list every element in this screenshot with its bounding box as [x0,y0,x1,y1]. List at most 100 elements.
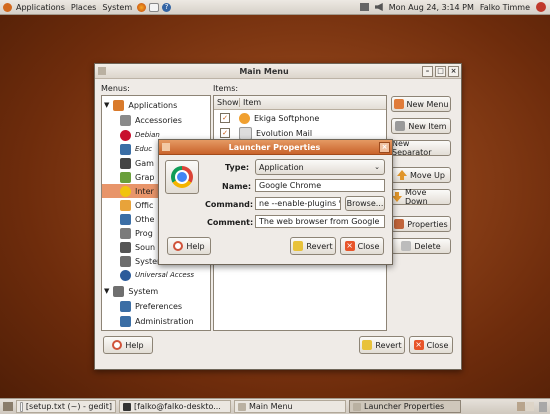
lifebuoy-icon [173,241,184,251]
ubuntu-logo-icon [3,2,12,12]
power-icon[interactable] [536,2,546,12]
window-menu-icon[interactable] [98,67,106,75]
tree-row-programming[interactable]: Prog [120,226,153,240]
main-menu-titlebar[interactable]: Main Menu – □ × [95,64,461,79]
preferences-icon [120,300,131,312]
taskbar-label: [setup.txt (~) - gedit] [25,402,112,411]
universal-access-icon [120,269,131,281]
items-header: Show Item [214,96,386,110]
tree-label: Offic [135,200,154,210]
new-item-button[interactable]: New Item [391,118,451,134]
list-item[interactable]: ✓ Evolution Mail [220,126,312,140]
chrome-icon-button[interactable] [165,160,199,194]
move-down-button[interactable]: Move Down [391,188,451,206]
plus-icon [395,121,406,131]
tree-row-debian[interactable]: Debian [120,128,160,142]
close-icon[interactable]: × [448,65,459,77]
help-label: Help [125,340,144,350]
terminal-icon [123,402,131,411]
list-item[interactable]: ✓ Ekiga Softphone [220,111,319,125]
show-checkbox[interactable]: ✓ [220,113,230,123]
tree-row-other[interactable]: Othe [120,212,154,226]
comment-field[interactable]: The web browser from Google [255,215,385,228]
name-label: Name: [222,182,252,191]
taskbar-item-launcher-properties[interactable]: Launcher Properties [349,400,461,413]
applications-menu[interactable]: Applications [0,2,68,12]
expander-down-icon[interactable]: ▼ [104,287,109,295]
tree-row-games[interactable]: Gam [120,156,154,170]
show-desktop-icon[interactable] [3,402,13,411]
menus-label: Menus: [101,84,130,93]
delete-button[interactable]: Delete [391,238,451,254]
taskbar-item-gedit[interactable]: [setup.txt (~) - gedit] [16,400,116,413]
system-menu[interactable]: System [99,3,135,12]
type-select[interactable]: Application ⌄ [255,159,385,175]
close-button[interactable]: × Close [409,336,453,354]
minimize-icon[interactable]: – [422,65,433,77]
move-down-label: Move Down [405,188,428,206]
move-up-label: Move Up [410,170,445,180]
column-show[interactable]: Show [214,98,240,107]
firefox-icon[interactable] [137,2,147,12]
tree-row-office[interactable]: Offic [120,198,153,212]
administration-icon [120,315,131,327]
help-button[interactable]: Help [103,336,153,354]
properties-button[interactable]: Properties [391,216,451,232]
expander-down-icon[interactable]: ▼ [104,101,109,109]
close-label: Close [426,340,449,350]
new-separator-button[interactable]: New Separator [391,140,451,156]
tree-label: Gam [135,158,154,168]
places-menu[interactable]: Places [68,3,99,12]
close-icon[interactable]: × [379,141,390,153]
help-icon[interactable]: ? [162,2,172,12]
launcher-revert-button[interactable]: Revert [290,237,336,255]
new-separator-label: New Separator [392,140,432,156]
network-icon[interactable] [359,3,369,11]
tree-row-system[interactable]: ▼ System [104,284,158,298]
taskbar-item-terminal[interactable]: [falko@falko-deskto... [119,400,231,413]
close-x-icon: × [344,241,355,251]
sound-icon [120,241,131,253]
tree-row-applications[interactable]: ▼ Applications [102,98,210,112]
tree-row-universal-access[interactable]: Universal Access [120,268,194,282]
window-menu-icon[interactable] [162,143,170,151]
gedit-icon [20,401,23,412]
google-chrome-icon [171,166,193,188]
tree-row-administration[interactable]: Administration [120,314,194,328]
properties-icon [394,219,405,229]
show-checkbox[interactable]: ✓ [220,128,230,138]
tree-label: Prog [135,228,153,238]
volume-icon[interactable] [374,3,383,11]
launcher-titlebar[interactable]: Launcher Properties × [159,140,392,155]
tree-row-sound[interactable]: Soun [120,240,155,254]
main-menu-title: Main Menu [239,66,289,76]
taskbar-item-main-menu[interactable]: Main Menu [234,400,346,413]
mail-icon[interactable] [149,2,160,12]
new-menu-button[interactable]: New Menu [391,96,451,112]
column-item[interactable]: Item [240,98,261,107]
clock-text[interactable]: Mon Aug 24, 3:14 PM [389,3,474,12]
launcher-title: Launcher Properties [228,142,321,152]
command-field[interactable]: ne --enable-plugins %U [255,197,341,210]
revert-button[interactable]: Revert [359,336,405,354]
taskbar-label: Main Menu [249,402,293,411]
move-up-button[interactable]: Move Up [391,167,451,183]
trash-icon[interactable] [539,401,547,412]
tree-row-accessories[interactable]: Accessories [120,113,182,127]
top-panel: Applications Places System ? Mon Aug 24,… [0,0,550,15]
launcher-close-button[interactable]: × Close [340,237,384,255]
tree-row-graphics[interactable]: Grap [120,170,154,184]
tree-row-education[interactable]: Educ [120,142,152,156]
system-icon [113,285,125,297]
tree-label: Administration [135,316,194,326]
launcher-revert-label: Revert [306,241,333,251]
delete-icon [401,241,412,251]
workspace-switcher[interactable] [517,402,534,411]
name-field[interactable]: Google Chrome [255,179,385,192]
browse-button[interactable]: Browse... [345,196,385,211]
tree-row-preferences[interactable]: Preferences [120,299,182,313]
browse-label: Browse... [346,199,384,208]
maximize-icon[interactable]: □ [435,65,446,77]
launcher-help-button[interactable]: Help [167,237,211,255]
user-name[interactable]: Falko Timme [480,3,530,12]
